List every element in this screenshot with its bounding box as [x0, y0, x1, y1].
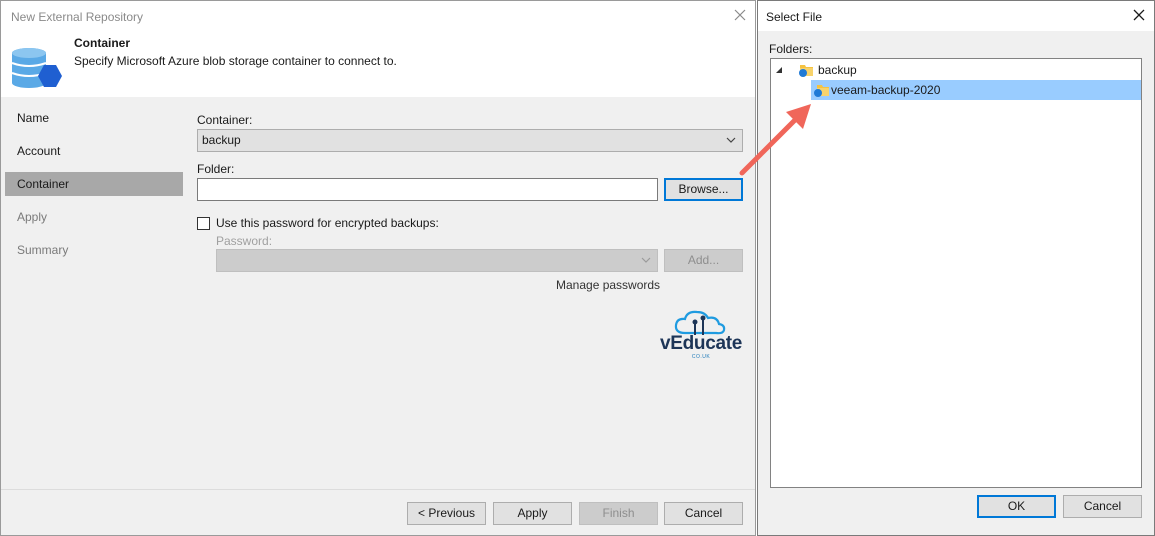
wizard-steps-nav: Name Account Container Apply Summary [1, 97, 184, 489]
manage-passwords-link[interactable]: Manage passwords [556, 278, 660, 292]
ok-button[interactable]: OK [977, 495, 1056, 518]
password-label: Password: [216, 234, 273, 248]
nav-step-apply: Apply [17, 210, 48, 224]
annotation-arrow-icon [739, 104, 811, 176]
expand-triangle-icon[interactable] [775, 66, 783, 74]
dialog-titlebar: Select File [758, 1, 1154, 31]
container-label: Container: [197, 113, 253, 127]
container-select-value: backup [202, 133, 241, 147]
page-title: Container [74, 36, 131, 50]
folder-tree: backup veeam-backup-2020 [770, 58, 1142, 488]
previous-button[interactable]: < Previous [407, 502, 486, 525]
folder-input[interactable] [197, 178, 658, 201]
container-select[interactable]: backup [197, 129, 743, 152]
encrypt-checkbox[interactable] [197, 217, 210, 230]
nav-step-name[interactable]: Name [5, 106, 183, 130]
new-external-repository-window: New External Repository Container Specif… [0, 0, 756, 536]
add-password-button: Add... [664, 249, 743, 272]
wizard-footer: < Previous Apply Finish Cancel [1, 489, 755, 535]
tree-item-veeam-backup-2020[interactable]: veeam-backup-2020 [811, 80, 1141, 100]
apply-button[interactable]: Apply [493, 502, 572, 525]
cancel-button[interactable]: Cancel [664, 502, 743, 525]
nav-step-account[interactable]: Account [5, 139, 183, 163]
azure-database-icon [11, 48, 62, 88]
page-subtitle: Specify Microsoft Azure blob storage con… [74, 54, 397, 68]
nav-step-container[interactable]: Container [5, 172, 183, 196]
tree-item-backup[interactable]: backup [771, 60, 1141, 80]
tree-item-label: veeam-backup-2020 [831, 83, 941, 97]
wizard-content: Container: backup Folder: Browse... Use … [184, 97, 755, 489]
dialog-title: Select File [766, 10, 823, 24]
chevron-down-icon [641, 257, 651, 263]
encrypt-label[interactable]: Use this password for encrypted backups: [216, 216, 439, 230]
folders-label: Folders: [769, 42, 813, 56]
logo-subtext: CO.UK [691, 354, 711, 360]
window-title: New External Repository [11, 10, 144, 24]
dialog-cancel-button[interactable]: Cancel [1063, 495, 1142, 518]
select-file-dialog: Select File Folders: backup veeam-backup… [757, 0, 1155, 536]
folder-label: Folder: [197, 162, 235, 176]
password-select [216, 249, 658, 272]
nav-step-summary: Summary [17, 243, 69, 257]
tree-item-label: backup [818, 63, 857, 77]
veducate-logo: vEducate CO.UK [657, 309, 745, 360]
logo-text: vEducate [659, 333, 743, 354]
close-icon[interactable] [732, 7, 748, 23]
wizard-header: Container Specify Microsoft Azure blob s… [1, 31, 755, 97]
storage-folder-icon [799, 65, 813, 77]
finish-button: Finish [579, 502, 658, 525]
browse-button[interactable]: Browse... [664, 178, 743, 201]
close-icon[interactable] [1132, 8, 1146, 22]
